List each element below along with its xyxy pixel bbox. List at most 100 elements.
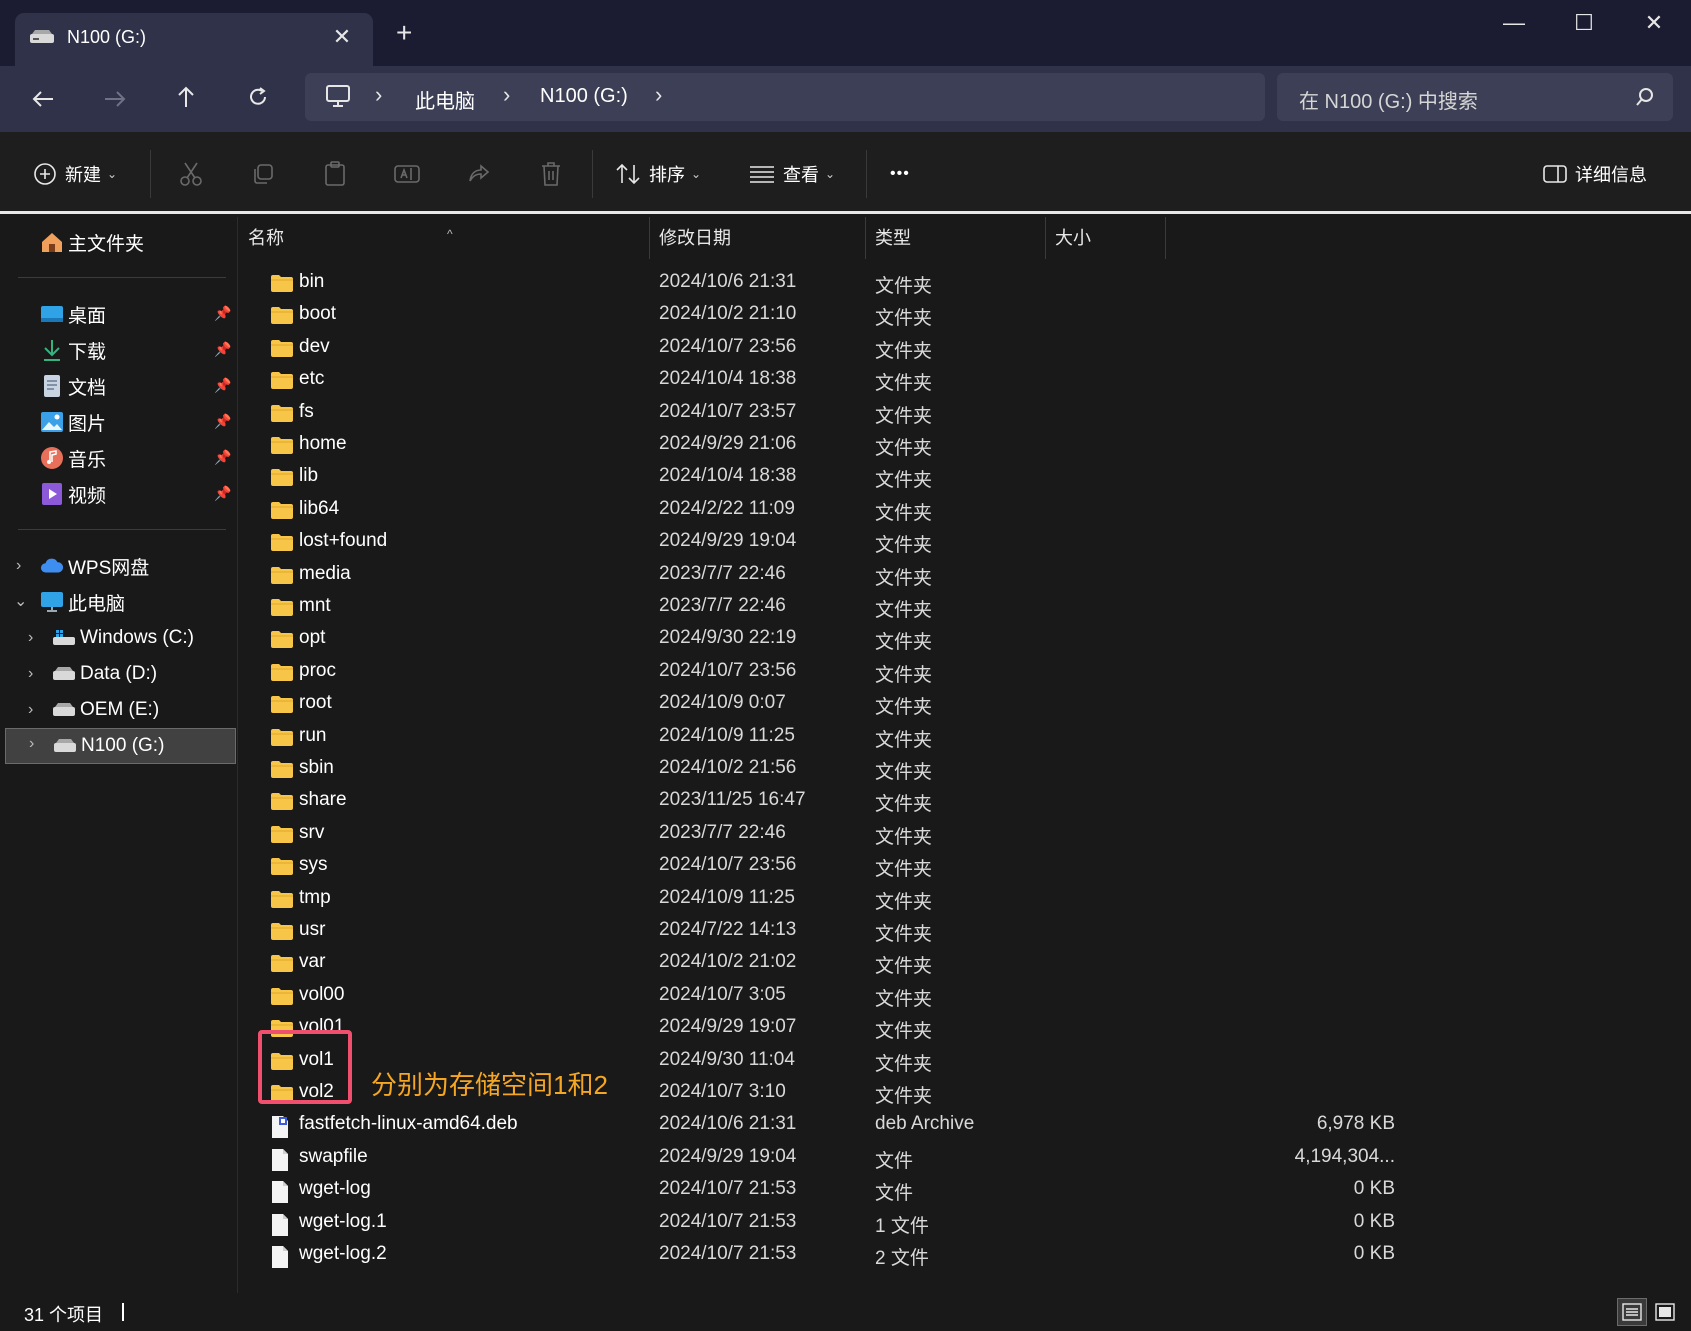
file-type: 文件夹 xyxy=(875,988,933,1010)
details-view-button[interactable] xyxy=(1617,1298,1647,1326)
sidebar-item-this-pc[interactable]: 此电脑 xyxy=(40,585,125,619)
more-options-button[interactable]: ••• xyxy=(890,158,910,190)
sidebar-item-drive-d[interactable]: Data (D:) xyxy=(52,657,157,691)
pin-icon[interactable]: 📌 xyxy=(214,305,231,322)
navigation-bar: › 此电脑 › N100 (G:) › 在 N100 (G:) 中搜索 xyxy=(0,66,1691,132)
forward-button[interactable] xyxy=(95,79,135,119)
folder-row[interactable]: opt 2024/9/30 22:19 文件夹 xyxy=(239,622,1691,654)
maximize-button[interactable]: ☐ xyxy=(1559,8,1609,38)
sidebar-item-music[interactable]: 音乐 xyxy=(40,441,106,475)
close-tab-button[interactable]: ✕ xyxy=(329,24,355,50)
close-window-button[interactable]: ✕ xyxy=(1629,8,1679,38)
sidebar-item-videos[interactable]: 视频 xyxy=(40,477,106,511)
new-tab-button[interactable]: + xyxy=(396,18,412,48)
pin-icon[interactable]: 📌 xyxy=(214,341,231,358)
view-button[interactable]: 查看 ⌄ xyxy=(749,158,835,190)
folder-row[interactable]: root 2024/10/9 0:07 文件夹 xyxy=(239,687,1691,719)
sidebar-item-desktop[interactable]: 桌面 xyxy=(40,297,106,331)
breadcrumb-chevron[interactable]: › xyxy=(655,82,662,108)
address-bar[interactable]: › 此电脑 › N100 (G:) › xyxy=(305,73,1265,121)
folder-row[interactable]: bin 2024/10/6 21:31 文件夹 xyxy=(239,266,1691,298)
folder-row[interactable]: mnt 2023/7/7 22:46 文件夹 xyxy=(239,590,1691,622)
file-type: 文件夹 xyxy=(875,470,933,492)
sidebar-item-drive-c[interactable]: Windows (C:) xyxy=(52,621,194,655)
chevron-right-icon[interactable]: › xyxy=(29,735,34,753)
folder-row[interactable]: dev 2024/10/7 23:56 文件夹 xyxy=(239,331,1691,363)
sidebar-item-documents[interactable]: 文档 xyxy=(40,369,106,403)
folder-row[interactable]: vol00 2024/10/7 3:05 文件夹 xyxy=(239,979,1691,1011)
details-pane-button[interactable]: 详细信息 xyxy=(1543,158,1647,190)
folder-row[interactable]: var 2024/10/2 21:02 文件夹 xyxy=(239,946,1691,978)
breadcrumb-n100[interactable]: N100 (G:) xyxy=(540,85,628,108)
sort-button[interactable]: 排序 ⌄ xyxy=(615,158,701,190)
rename-button[interactable] xyxy=(391,158,423,190)
tiles-view-button[interactable] xyxy=(1650,1298,1680,1326)
chevron-right-icon[interactable]: › xyxy=(28,701,33,719)
tab-n100[interactable]: N100 (G:) ✕ xyxy=(15,13,373,66)
folder-icon xyxy=(270,597,294,623)
folder-row[interactable]: etc 2024/10/4 18:38 文件夹 xyxy=(239,363,1691,395)
cut-button[interactable] xyxy=(175,158,207,190)
pin-icon[interactable]: 📌 xyxy=(214,413,231,430)
sidebar-item-drive-g[interactable]: › N100 (G:) xyxy=(5,728,236,764)
pin-icon[interactable]: 📌 xyxy=(214,449,231,466)
search-input[interactable]: 在 N100 (G:) 中搜索 xyxy=(1277,73,1673,121)
file-row[interactable]: wget-log.1 2024/10/7 21:53 1 文件 0 KB xyxy=(239,1206,1691,1238)
breadcrumb-chevron[interactable]: › xyxy=(375,82,382,108)
chevron-right-icon[interactable]: › xyxy=(28,629,33,647)
minimize-button[interactable]: — xyxy=(1489,8,1539,38)
folder-icon xyxy=(270,629,294,655)
folder-icon xyxy=(270,824,294,850)
chevron-right-icon[interactable]: › xyxy=(28,665,33,683)
breadcrumb-chevron[interactable]: › xyxy=(503,82,510,108)
sidebar-item-pictures[interactable]: 图片 xyxy=(40,405,106,439)
file-row[interactable]: wget-log.2 2024/10/7 21:53 2 文件 0 KB xyxy=(239,1238,1691,1270)
folder-row[interactable]: media 2023/7/7 22:46 文件夹 xyxy=(239,558,1691,590)
column-header-type[interactable]: 类型 xyxy=(866,217,1046,259)
chevron-right-icon[interactable]: › xyxy=(16,557,21,575)
breadcrumb-this-pc[interactable]: 此电脑 xyxy=(415,85,475,114)
folder-row[interactable]: sbin 2024/10/2 21:56 文件夹 xyxy=(239,752,1691,784)
share-button[interactable] xyxy=(463,158,495,190)
folder-row[interactable]: proc 2024/10/7 23:56 文件夹 xyxy=(239,655,1691,687)
file-type: 2 文件 xyxy=(875,1248,929,1269)
paste-button[interactable] xyxy=(319,158,351,190)
sidebar-item-drive-e[interactable]: OEM (E:) xyxy=(52,693,159,727)
file-name: lib64 xyxy=(299,497,340,519)
folder-row[interactable]: lib 2024/10/4 18:38 文件夹 xyxy=(239,460,1691,492)
folder-row[interactable]: srv 2023/7/7 22:46 文件夹 xyxy=(239,817,1691,849)
column-header-name[interactable]: 名称 ^ xyxy=(239,217,650,259)
copy-button[interactable] xyxy=(247,158,279,190)
folder-row[interactable]: lost+found 2024/9/29 19:04 文件夹 xyxy=(239,525,1691,557)
list-view-icon xyxy=(749,164,775,184)
pin-icon[interactable]: 📌 xyxy=(214,485,231,502)
column-header-date[interactable]: 修改日期 xyxy=(650,217,866,259)
folder-row[interactable]: share 2023/11/25 16:47 文件夹 xyxy=(239,784,1691,816)
folder-row[interactable]: run 2024/10/9 11:25 文件夹 xyxy=(239,720,1691,752)
folder-row[interactable]: home 2024/9/29 21:06 文件夹 xyxy=(239,428,1691,460)
chevron-down-icon[interactable]: ⌄ xyxy=(14,591,27,611)
up-button[interactable] xyxy=(166,79,206,119)
file-row[interactable]: fastfetch-linux-amd64.deb 2024/10/6 21:31… xyxy=(239,1108,1691,1140)
folder-row[interactable]: boot 2024/10/2 21:10 文件夹 xyxy=(239,298,1691,330)
new-button[interactable]: 新建 ⌄ xyxy=(33,158,117,190)
sidebar-item-home[interactable]: 主文件夹 xyxy=(40,225,144,259)
folder-icon xyxy=(270,565,294,591)
sidebar-item-wps[interactable]: WPS网盘 xyxy=(40,549,149,583)
sidebar-item-downloads[interactable]: 下载 xyxy=(40,333,106,367)
folder-row[interactable]: lib64 2024/2/22 11:09 文件夹 xyxy=(239,493,1691,525)
folder-row[interactable]: sys 2024/10/7 23:56 文件夹 xyxy=(239,849,1691,881)
file-row[interactable]: wget-log 2024/10/7 21:53 文件 0 KB xyxy=(239,1173,1691,1205)
folder-row[interactable]: fs 2024/10/7 23:57 文件夹 xyxy=(239,396,1691,428)
back-button[interactable] xyxy=(23,79,63,119)
file-type: 文件 xyxy=(875,1183,914,1205)
folder-row[interactable]: tmp 2024/10/9 11:25 文件夹 xyxy=(239,882,1691,914)
folder-icon xyxy=(270,532,294,558)
file-row[interactable]: swapfile 2024/9/29 19:04 文件 4,194,304... xyxy=(239,1141,1691,1173)
column-header-size[interactable]: 大小 xyxy=(1046,217,1166,259)
folder-row[interactable]: vol01 2024/9/29 19:07 文件夹 xyxy=(239,1011,1691,1043)
pin-icon[interactable]: 📌 xyxy=(214,377,231,394)
refresh-button[interactable] xyxy=(238,79,278,119)
folder-row[interactable]: usr 2024/7/22 14:13 文件夹 xyxy=(239,914,1691,946)
delete-button[interactable] xyxy=(535,158,567,190)
